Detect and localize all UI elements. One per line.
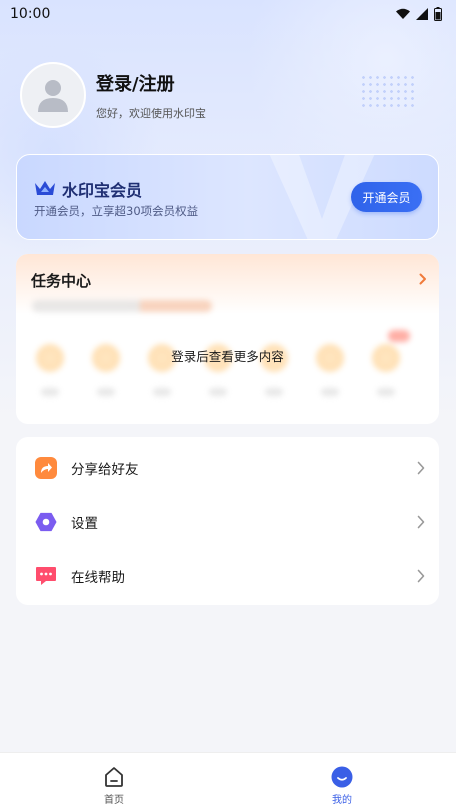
- menu-item-label: 分享给好友: [71, 462, 139, 478]
- chevron-right-icon: [417, 569, 425, 583]
- share-icon: [35, 457, 57, 479]
- login-register-link[interactable]: 登录/注册: [96, 70, 206, 96]
- day-label-placeholder: [377, 388, 395, 396]
- day-label-placeholder: [97, 388, 115, 396]
- task-center-title: 任务中心: [31, 272, 92, 290]
- nav-item-home[interactable]: 首页: [84, 753, 144, 811]
- nav-item-mine[interactable]: 我的: [312, 753, 372, 811]
- battery-icon: [434, 7, 442, 21]
- user-placeholder-icon: [38, 80, 68, 112]
- decor-dot-grid: [360, 74, 416, 108]
- vip-title-row: 水印宝会员: [34, 177, 142, 201]
- day-label-placeholder: [209, 388, 227, 396]
- profile-header[interactable]: 登录/注册 您好，欢迎使用水印宝: [20, 62, 206, 128]
- profile-text: 登录/注册 您好，欢迎使用水印宝: [96, 70, 206, 121]
- status-time: 10:00: [10, 6, 51, 22]
- day-label-placeholder: [153, 388, 171, 396]
- day-label-placeholder: [321, 388, 339, 396]
- chevron-right-icon: [417, 461, 425, 475]
- profile-icon: [331, 766, 353, 788]
- vip-card[interactable]: 水印宝会员 开通会员，立享超30项会员权益 开通会员: [16, 154, 439, 240]
- bottom-nav: 首页 我的: [0, 752, 456, 811]
- menu-item-label: 设置: [71, 516, 98, 532]
- blurred-line: [32, 300, 212, 312]
- settings-icon: [35, 511, 57, 533]
- day-label-placeholder: [265, 388, 283, 396]
- menu-item-help[interactable]: 在线帮助: [16, 549, 439, 603]
- status-bar: 10:00: [0, 0, 456, 28]
- vip-description: 开通会员，立享超30项会员权益: [34, 204, 199, 218]
- chat-help-icon: [35, 565, 57, 587]
- wifi-icon: [396, 8, 410, 19]
- menu-item-label: 在线帮助: [71, 570, 125, 586]
- menu-item-settings[interactable]: 设置: [16, 495, 439, 549]
- status-icons: [396, 7, 442, 21]
- nav-label-mine: 我的: [332, 795, 352, 806]
- vip-title: 水印宝会员: [62, 181, 143, 200]
- nav-label-home: 首页: [104, 795, 124, 806]
- welcome-text: 您好，欢迎使用水印宝: [96, 106, 206, 120]
- avatar[interactable]: [20, 62, 86, 128]
- home-icon: [105, 767, 123, 787]
- open-vip-button[interactable]: 开通会员: [351, 182, 422, 212]
- day-label-placeholder: [41, 388, 59, 396]
- task-center-card[interactable]: 任务中心 登录后查看更多内容: [16, 254, 439, 424]
- blurred-badge: [388, 330, 410, 342]
- menu-item-share[interactable]: 分享给好友: [16, 441, 439, 495]
- crown-icon: [35, 181, 55, 195]
- chevron-right-icon: [417, 515, 425, 529]
- menu-card: 分享给好友 设置 在线帮助: [16, 437, 439, 605]
- signal-icon: [416, 8, 428, 20]
- chevron-right-icon[interactable]: [419, 273, 427, 285]
- login-to-view-text: 登录后查看更多内容: [171, 349, 284, 364]
